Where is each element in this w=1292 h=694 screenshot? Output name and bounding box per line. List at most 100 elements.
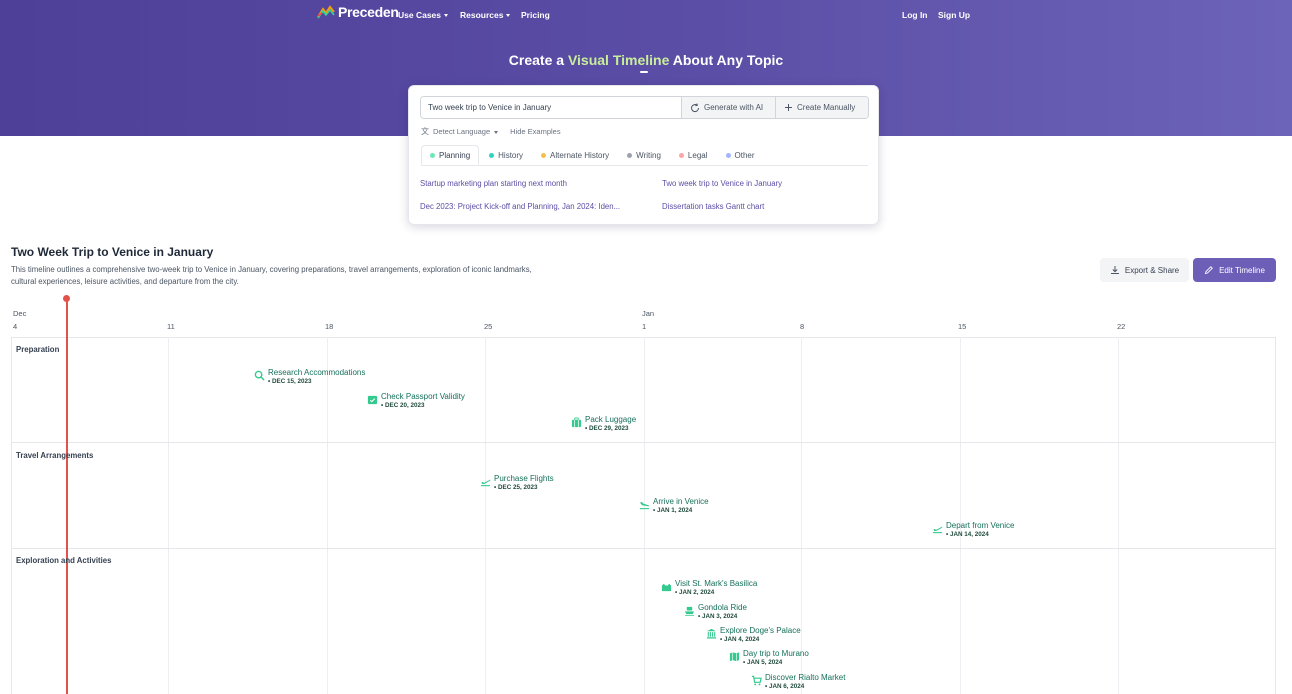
logo-icon: [317, 5, 335, 19]
tab-planning[interactable]: Planning: [421, 145, 480, 165]
tab-label: Writing: [636, 150, 661, 160]
tab-dot: [678, 152, 684, 158]
refresh-icon: [691, 102, 700, 112]
church-icon: [661, 583, 672, 592]
timeline-event[interactable]: Discover Rialto Market • JAN 6, 2024: [751, 673, 845, 691]
event-date: • DEC 25, 2023: [494, 484, 538, 491]
event-date: • DEC 15, 2023: [268, 378, 312, 385]
tab-writing[interactable]: Writing: [619, 145, 669, 165]
brand-name: Preceden: [338, 4, 399, 20]
logo[interactable]: Preceden: [317, 4, 399, 20]
group-divider: [11, 548, 1276, 549]
timeline-title: Two Week Trip to Venice in January: [11, 245, 214, 259]
pencil-icon: [1204, 266, 1214, 275]
tab-history[interactable]: History: [481, 145, 531, 165]
chevron-down-icon: [494, 130, 499, 134]
timeline-event[interactable]: Pack Luggage • DEC 29, 2023: [571, 415, 636, 433]
tick-label: 11: [167, 322, 175, 331]
example-link[interactable]: Dec 2023: Project Kick-off and Planning,…: [420, 202, 648, 211]
event-date: • JAN 4, 2024: [720, 636, 760, 643]
timeline-event[interactable]: Gondola Ride • JAN 3, 2024: [684, 603, 747, 621]
prompt-input[interactable]: [421, 97, 681, 118]
tab-other[interactable]: Other: [718, 145, 763, 165]
timeline-event[interactable]: Arrive in Venice • JAN 1, 2024: [639, 497, 709, 515]
landmark-icon: [706, 628, 717, 639]
plane-takeoff-icon: [480, 479, 491, 487]
nav-use-cases[interactable]: Use Cases: [398, 10, 449, 20]
event-title: Day trip to Murano: [743, 649, 809, 658]
event-title: Pack Luggage: [585, 415, 637, 424]
group-label-exploration: Exploration and Activities: [16, 556, 112, 565]
tick-label: 15: [958, 322, 967, 331]
create-manually-button[interactable]: Create Manually: [775, 97, 868, 118]
tab-dot: [541, 152, 547, 158]
detect-language-select[interactable]: Detect Language: [433, 127, 490, 136]
timeline-event[interactable]: Visit St. Mark's Basilica • JAN 2, 2024: [661, 579, 757, 597]
timeline-event[interactable]: Explore Doge's Palace • JAN 4, 2024: [706, 626, 801, 644]
event-date: • JAN 3, 2024: [698, 613, 738, 620]
grid-line: [485, 337, 486, 694]
tab-alternate-history[interactable]: Alternate History: [533, 145, 617, 165]
example-link[interactable]: Startup marketing plan starting next mon…: [420, 179, 645, 188]
example-tabs: Planning History Alternate History Writi…: [421, 145, 868, 166]
search-icon: [254, 370, 265, 381]
event-date: • DEC 29, 2023: [585, 425, 629, 432]
tick-label: 25: [484, 322, 493, 331]
grid-line: [168, 337, 169, 694]
month-label: Dec: [13, 309, 27, 318]
nav-resources[interactable]: Resources: [460, 10, 511, 20]
calendar-check-icon: [367, 395, 378, 405]
timeline-event[interactable]: Purchase Flights • DEC 25, 2023: [480, 474, 554, 492]
tab-label: History: [498, 150, 524, 160]
generate-ai-button[interactable]: Generate with AI: [681, 97, 775, 118]
create-manually-label: Create Manually: [797, 103, 856, 112]
event-title: Arrive in Venice: [653, 497, 709, 506]
tab-dot: [725, 152, 731, 158]
nav-pricing[interactable]: Pricing: [521, 10, 550, 20]
example-link[interactable]: Two week trip to Venice in January: [662, 179, 862, 188]
edit-timeline-button[interactable]: Edit Timeline: [1193, 258, 1276, 282]
tab-legal[interactable]: Legal: [671, 145, 716, 165]
signup-link[interactable]: Sign Up: [938, 10, 970, 20]
today-marker-line: [66, 298, 68, 694]
event-date: • JAN 1, 2024: [653, 507, 693, 514]
plus-icon: [785, 104, 792, 111]
chevron-down-icon: [506, 14, 511, 17]
nav-use-cases-label: Use Cases: [398, 10, 442, 20]
edit-timeline-label: Edit Timeline: [1219, 265, 1265, 275]
hero-title: Create a Visual Timeline About Any Topic: [0, 52, 1292, 68]
boat-icon: [684, 606, 695, 616]
prompt-options: 文 Detect Language Hide Examples: [421, 126, 561, 137]
example-link[interactable]: Dissertation tasks Gantt chart: [662, 202, 862, 211]
export-share-button[interactable]: Export & Share: [1100, 258, 1189, 282]
event-title: Depart from Venice: [946, 521, 1015, 530]
group-label-preparation: Preparation: [16, 345, 60, 354]
hide-examples-link[interactable]: Hide Examples: [510, 127, 560, 136]
timeline-event[interactable]: Depart from Venice • JAN 14, 2024: [932, 521, 1014, 539]
event-title: Purchase Flights: [494, 474, 554, 483]
event-title: Check Passport Validity: [381, 392, 465, 401]
group-label-travel: Travel Arrangements: [16, 451, 94, 460]
event-title: Visit St. Mark's Basilica: [675, 579, 758, 588]
cart-icon: [751, 675, 762, 686]
tick-label: 4: [13, 322, 18, 331]
tab-dot: [627, 152, 633, 158]
event-date: • JAN 2, 2024: [675, 589, 715, 596]
hero-title-pre: Create a: [508, 52, 568, 68]
generate-ai-label: Generate with AI: [704, 103, 764, 112]
tab-label: Other: [734, 150, 755, 160]
tab-dot: [430, 152, 435, 158]
timeline-event[interactable]: Check Passport Validity • DEC 20, 2023: [367, 392, 465, 410]
export-share-label: Export & Share: [1124, 265, 1180, 275]
create-timeline-card: Generate with AI Create Manually 文 Detec…: [408, 85, 879, 225]
month-label: Jan: [642, 309, 655, 318]
hero-title-post: About Any Topic: [669, 52, 784, 68]
login-link[interactable]: Log In: [902, 10, 928, 20]
event-title: Gondola Ride: [698, 603, 747, 612]
event-date: • DEC 20, 2023: [381, 402, 425, 409]
timeline-event[interactable]: Research Accommodations • DEC 15, 2023: [254, 368, 365, 386]
download-icon: [1110, 266, 1119, 274]
plane-landing-icon: [639, 501, 650, 510]
event-title: Explore Doge's Palace: [720, 626, 801, 635]
timeline-event[interactable]: Day trip to Murano • JAN 5, 2024: [729, 649, 809, 667]
